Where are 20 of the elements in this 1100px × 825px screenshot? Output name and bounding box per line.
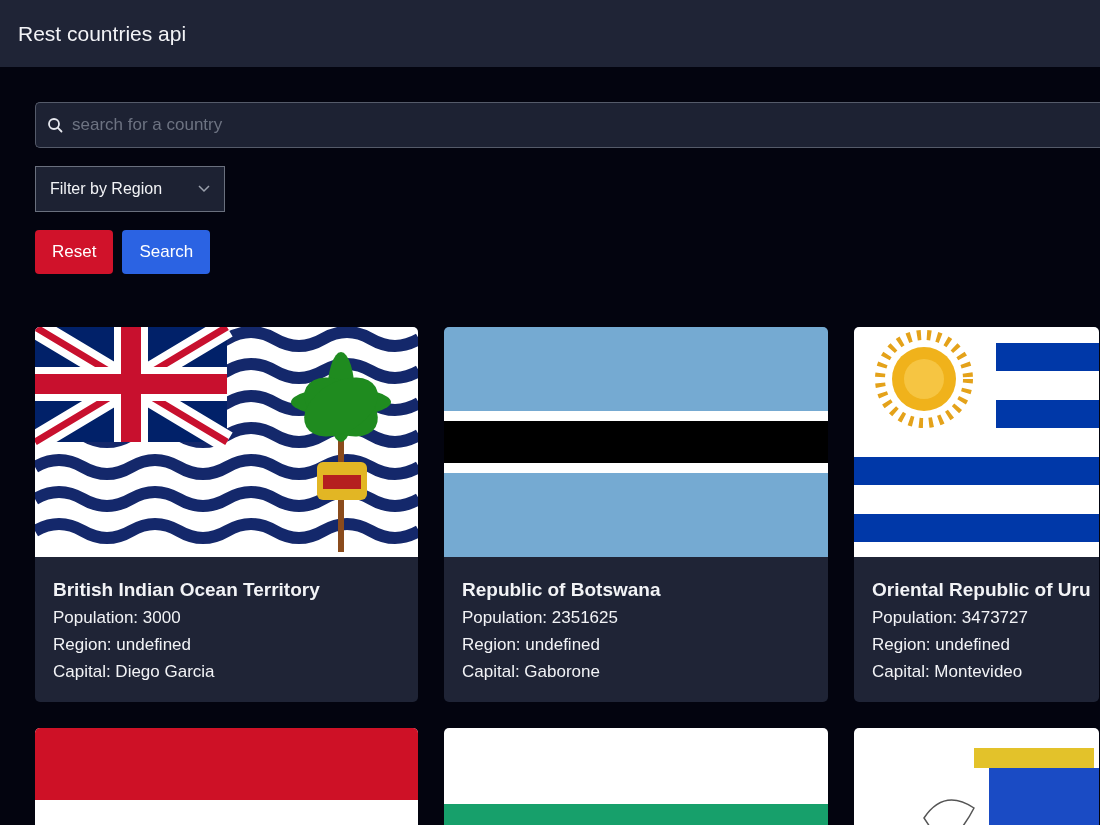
capital-text: Capital: Gaborone [462,661,601,683]
country-name: Republic of Botswana [462,579,662,601]
region-dropdown[interactable]: Filter by Region [35,166,225,212]
chevron-down-icon [198,185,210,193]
country-card[interactable]: British Indian Ocean Territory Population: 3000 Region: undefined Capital: Diego Garcia [35,327,418,702]
region-text: Region: undefined [462,634,601,656]
capital-text: Capital: Montevideo [872,661,1024,683]
population-text: Population: 3000 [53,607,182,629]
country-card[interactable]: Republic of Botswana Population: 2351625 Region: undefined Capital: Gaborone [444,327,828,702]
app-title: Rest countries api [18,21,187,46]
search-field[interactable]: search for a country [35,102,1100,148]
search-button[interactable]: Search [122,230,211,274]
country-card[interactable]: Oriental Republic of Uru Population: 3473727 Region: undefined Capital: Montevideo [854,327,1099,702]
country-name: British Indian Ocean Territory [53,579,321,601]
population-text: Population: 2351625 [462,607,619,629]
region-text: Region: undefined [872,634,1011,656]
reset-button[interactable]: Reset [35,230,114,274]
population-text: Population: 3473727 [872,607,1029,629]
capital-text: Capital: Diego Garcia [53,661,216,683]
region-text: Region: undefined [53,634,192,656]
